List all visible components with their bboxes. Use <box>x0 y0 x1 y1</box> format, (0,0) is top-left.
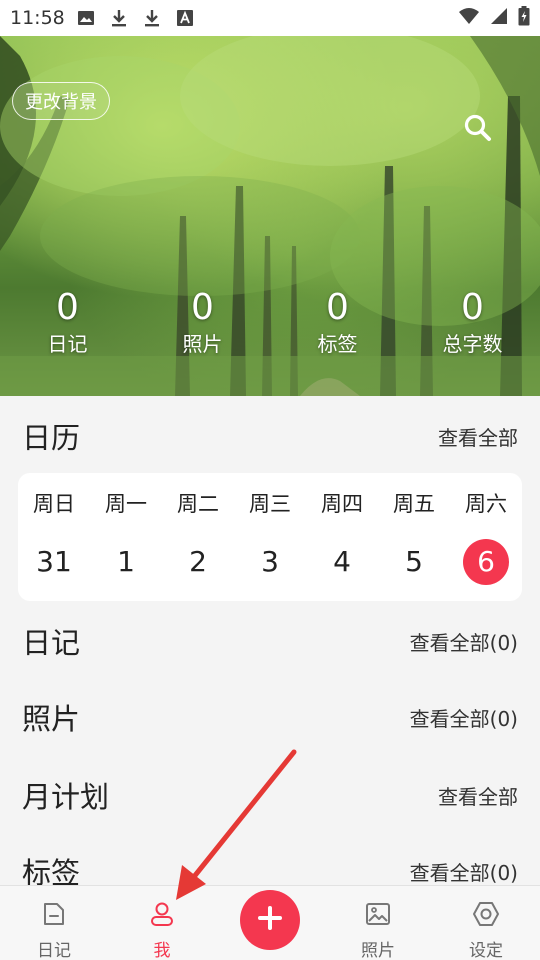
diary-view-all-link[interactable]: 查看全部(0) <box>410 627 518 656</box>
diary-section-header: 日记 查看全部(0) <box>0 616 540 666</box>
nav-item-diary[interactable]: 日记 <box>0 886 108 960</box>
settings-icon <box>472 900 500 932</box>
nav-item-photos[interactable]: 照片 <box>324 886 432 960</box>
stat-label: 标签 <box>317 332 358 356</box>
wifi-icon <box>458 7 480 29</box>
monthly-plan-view-all-link[interactable]: 查看全部 <box>438 781 518 810</box>
add-entry-button[interactable] <box>240 890 300 950</box>
status-time: 11:58 <box>10 7 65 29</box>
weekday-label: 周二 <box>177 492 219 516</box>
stat-value: 0 <box>326 287 349 328</box>
stat-label: 照片 <box>182 332 223 356</box>
gallery-notification-icon <box>77 9 95 27</box>
calendar-day: 3 <box>261 545 279 578</box>
download-icon <box>143 9 161 27</box>
calendar-day-cell[interactable]: 31 <box>18 539 90 585</box>
nav-item-me[interactable]: 我 <box>108 886 216 960</box>
photos-section-header: 照片 查看全部(0) <box>0 692 540 742</box>
stat-value: 0 <box>191 287 214 328</box>
weekday-label: 周五 <box>393 492 435 516</box>
calendar-view-all-link[interactable]: 查看全部 <box>438 422 518 451</box>
photos-view-all-link[interactable]: 查看全部(0) <box>410 703 518 732</box>
photos-title: 照片 <box>22 702 81 736</box>
calendar-day-cell[interactable]: 1 <box>90 539 162 585</box>
stat-value: 0 <box>461 287 484 328</box>
stat-diary[interactable]: 0 日记 <box>0 286 135 358</box>
text-notification-icon <box>176 9 194 27</box>
nav-label-me: 我 <box>153 941 171 960</box>
calendar-title: 日历 <box>22 421 81 455</box>
status-bar: 11:58 <box>0 0 540 36</box>
calendar-day: 4 <box>333 545 351 578</box>
download-icon <box>110 9 128 27</box>
nav-item-settings[interactable]: 设定 <box>432 886 540 960</box>
signal-icon <box>490 7 508 29</box>
calendar-day: 5 <box>405 545 423 578</box>
stat-photos[interactable]: 0 照片 <box>135 286 270 358</box>
nav-label-settings: 设定 <box>469 941 503 960</box>
calendar-day-cell-today[interactable]: 6 <box>450 539 522 585</box>
battery-icon <box>518 6 530 30</box>
calendar-day-cell[interactable]: 3 <box>234 539 306 585</box>
calendar-day-cell[interactable]: 5 <box>378 539 450 585</box>
calendar-day: 2 <box>189 545 207 578</box>
calendar-day-cell[interactable]: 4 <box>306 539 378 585</box>
nav-label-photos: 照片 <box>361 941 395 960</box>
weekday-label: 周一 <box>105 492 147 516</box>
monthly-plan-section-header: 月计划 查看全部 <box>0 770 540 820</box>
week-calendar: 周日 周一 周二 周三 周四 周五 周六 31 1 2 3 4 5 6 <box>18 473 522 601</box>
stat-word-count[interactable]: 0 总字数 <box>405 286 540 358</box>
calendar-day-cell[interactable]: 2 <box>162 539 234 585</box>
search-icon[interactable] <box>462 112 494 144</box>
image-icon <box>364 900 392 932</box>
calendar-day: 31 <box>36 545 72 578</box>
weekday-label: 周三 <box>249 492 291 516</box>
nav-label-diary: 日记 <box>37 941 71 960</box>
calendar-section-header: 日历 查看全部 <box>0 412 540 460</box>
person-icon <box>148 900 176 932</box>
tags-view-all-link[interactable]: 查看全部(0) <box>410 857 518 886</box>
stat-label: 日记 <box>47 332 88 356</box>
stat-tags[interactable]: 0 标签 <box>270 286 405 358</box>
change-background-button[interactable]: 更改背景 <box>12 82 110 120</box>
weekday-label: 周六 <box>465 492 507 516</box>
weekday-label: 周四 <box>321 492 363 516</box>
profile-header-background: 更改背景 0 日记 0 照片 0 标签 0 总字数 <box>0 36 540 396</box>
plus-icon <box>257 905 283 935</box>
calendar-day: 1 <box>117 545 135 578</box>
weekday-label: 周日 <box>33 492 75 516</box>
stats-row: 0 日记 0 照片 0 标签 0 总字数 <box>0 286 540 358</box>
diary-title: 日记 <box>22 626 81 660</box>
calendar-day-today: 6 <box>463 539 509 585</box>
stat-label: 总字数 <box>442 332 503 356</box>
monthly-plan-title: 月计划 <box>22 780 110 814</box>
diary-icon <box>40 900 68 932</box>
stat-value: 0 <box>56 287 79 328</box>
